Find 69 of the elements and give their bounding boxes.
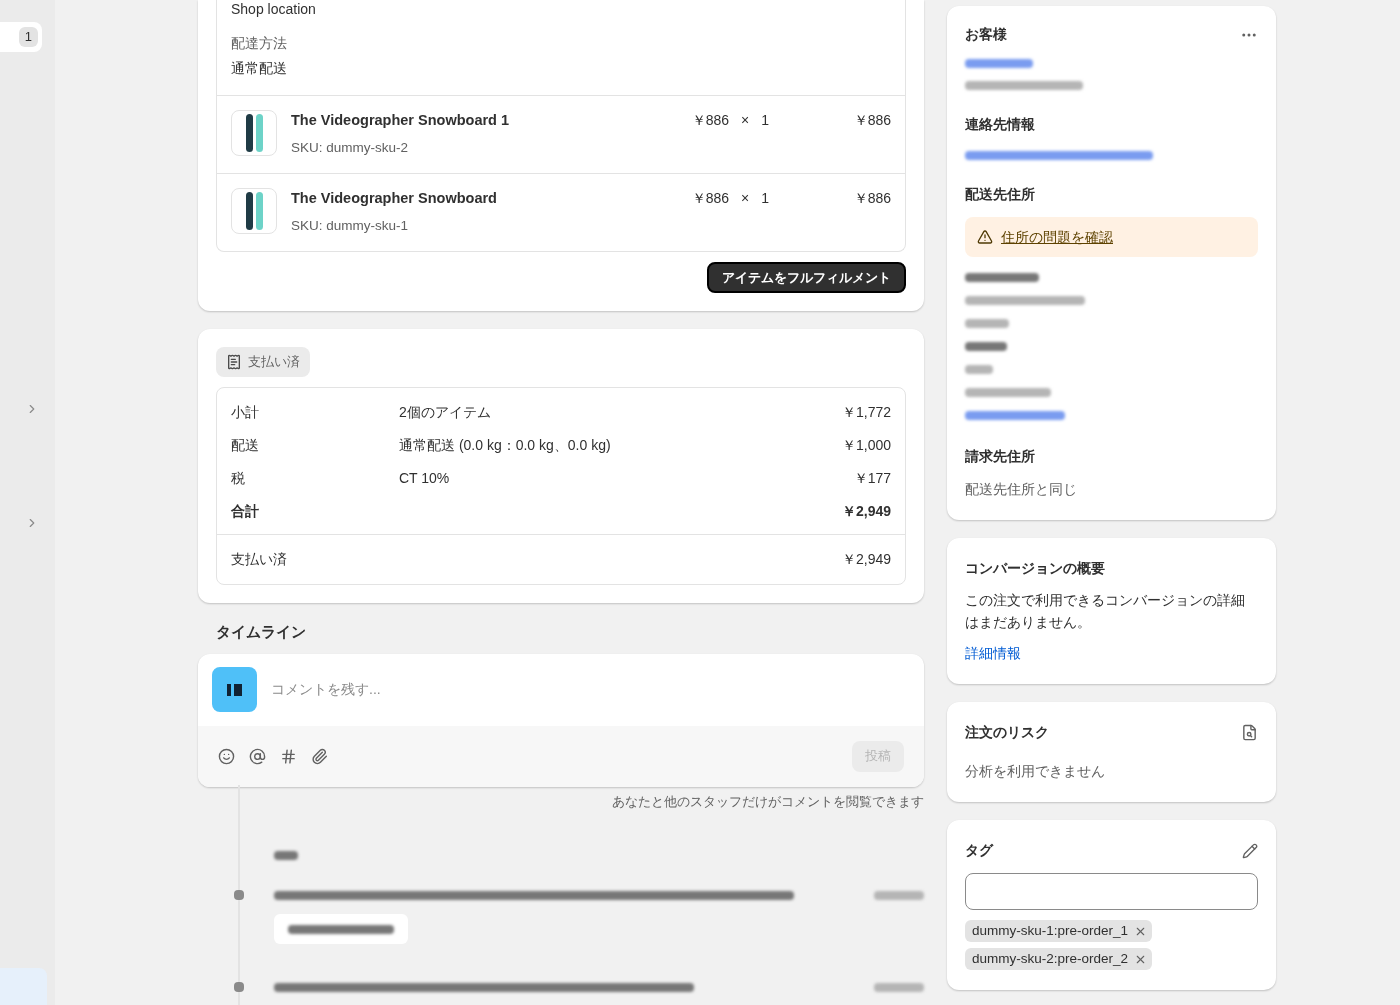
times-sign: × <box>741 189 750 208</box>
card-title: 注文のリスク <box>965 723 1049 742</box>
count-badge: 1 <box>18 27 38 47</box>
field-label: 配達方法 <box>231 34 288 53</box>
hash-icon[interactable] <box>280 747 297 765</box>
status-badge: 支払い済 <box>216 347 310 377</box>
redacted-text <box>965 59 1033 68</box>
summary-detail: 通常配送 (0.0 kg：0.0 kg、0.0 kg) <box>399 436 611 455</box>
summary-label: 税 <box>231 469 246 488</box>
warning-icon <box>977 229 993 245</box>
mention-icon[interactable] <box>249 747 266 765</box>
tag-input[interactable] <box>965 873 1258 910</box>
learn-more-link[interactable]: 詳細情報 <box>965 643 1021 664</box>
quantity-text: 1 <box>761 189 769 208</box>
timeline-action[interactable] <box>274 914 408 944</box>
card-title: タグ <box>965 841 993 860</box>
summary-label: 小計 <box>231 403 260 422</box>
attachment-icon[interactable] <box>311 747 328 765</box>
summary-label: 配送 <box>231 436 260 455</box>
tag-label: dummy-sku-1:pre-order_1 <box>972 921 1129 940</box>
summary-amount: ￥177 <box>853 469 891 488</box>
redacted-text <box>274 851 298 860</box>
unit-price: ￥886 <box>690 189 729 208</box>
card-title: お客様 <box>965 25 1007 44</box>
shipping-method: 通常配送 <box>231 59 288 78</box>
tag-label: dummy-sku-2:pre-order_2 <box>972 949 1129 968</box>
line-total: ￥886 <box>853 111 891 130</box>
summary-amount: ￥1,000 <box>841 436 891 455</box>
redacted-text <box>874 890 924 900</box>
summary-detail: 2個のアイテム <box>399 403 491 422</box>
card-title: 請求先住所 <box>965 447 1036 466</box>
summary-amount: ￥1,772 <box>841 403 891 422</box>
fulfill-button[interactable]: アイテムをフルフィルメント <box>707 262 906 293</box>
summary-amount: ￥2,949 <box>841 502 891 521</box>
snowboard-thumbnail <box>231 188 277 234</box>
avatar <box>212 667 257 712</box>
line-total: ￥886 <box>853 189 891 208</box>
redacted-text <box>874 982 924 992</box>
billing-text: 配送先住所と同じ <box>965 480 1078 499</box>
document-search-icon[interactable] <box>1241 724 1258 741</box>
product-title[interactable]: The Videographer Snowboard <box>291 188 681 210</box>
product-title[interactable]: The Videographer Snowboard 1 <box>291 110 681 132</box>
warning-link[interactable]: 住所の問題を確認 <box>1001 226 1113 248</box>
summary-detail: CT 10% <box>399 469 450 488</box>
edit-icon[interactable] <box>1242 842 1258 859</box>
conversion-text: この注文で利用できるコンバージョンの詳細はまだありません。 <box>965 591 1246 632</box>
paid-label: 支払い済 <box>231 550 287 569</box>
receipt-icon <box>226 354 242 370</box>
redacted-text <box>965 319 1009 328</box>
privacy-note: あなたと他のスタッフだけがコメントを閲覧できます <box>612 792 924 811</box>
card-title: コンバージョンの概要 <box>965 559 1106 578</box>
card-title: 連絡先情報 <box>965 115 1036 134</box>
emoji-icon[interactable] <box>218 747 235 765</box>
risk-text: 分析を利用できません <box>965 762 1106 781</box>
times-sign: × <box>741 111 750 130</box>
timeline-heading: タイムライン <box>216 622 307 642</box>
unit-price: ￥886 <box>690 111 729 130</box>
paid-amount: ￥2,949 <box>841 550 891 569</box>
redacted-text <box>965 365 993 374</box>
summary-label: 合計 <box>231 502 260 521</box>
sidebar-item[interactable]: 1 <box>0 22 42 52</box>
comment-input[interactable]: コメントを残す... <box>271 679 910 700</box>
sku-text: SKU: dummy-sku-1 <box>291 216 410 235</box>
card-title: 配送先住所 <box>965 185 1036 204</box>
location-text: Shop location <box>231 0 317 17</box>
snowboard-thumbnail <box>231 110 277 156</box>
redacted-text <box>965 342 1007 351</box>
quantity-text: 1 <box>761 111 769 130</box>
sku-text: SKU: dummy-sku-2 <box>291 138 410 157</box>
